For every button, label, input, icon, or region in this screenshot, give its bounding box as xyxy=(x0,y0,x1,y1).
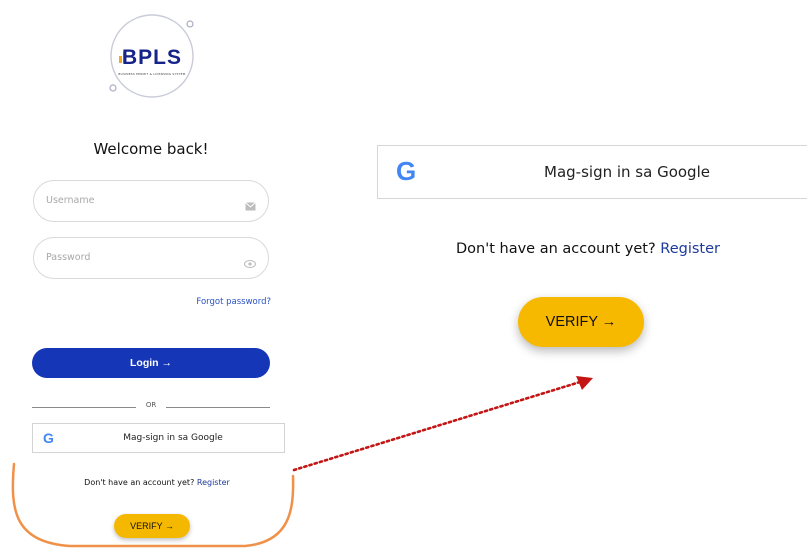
username-placeholder: Username xyxy=(46,195,95,206)
google-signin-button[interactable]: G Mag-sign in sa Google xyxy=(32,423,285,453)
username-field[interactable]: Username xyxy=(33,180,269,222)
forgot-password-link[interactable]: Forgot password? xyxy=(150,297,271,307)
password-field[interactable]: Password xyxy=(33,237,269,279)
google-signin-button-zoomed[interactable]: G Mag-sign in sa Google xyxy=(377,145,807,199)
eye-icon[interactable] xyxy=(244,253,256,272)
logo-subtitle: BUSINESS PERMIT & LICENSING SYSTEM xyxy=(118,72,186,76)
logo-text: BPLS xyxy=(121,46,182,69)
or-divider: OR xyxy=(145,401,157,409)
dotted-arrow-icon xyxy=(292,376,593,472)
register-link-zoomed[interactable]: Register xyxy=(660,241,720,257)
google-icon: G xyxy=(43,430,54,446)
google-icon-zoomed: G xyxy=(396,156,417,186)
divider-right xyxy=(166,407,270,408)
no-account-text-zoomed: Don't have an account yet? xyxy=(456,241,656,257)
google-signin-label: Mag-sign in sa Google xyxy=(123,433,223,443)
welcome-heading: Welcome back! xyxy=(93,140,209,158)
register-prompt-zoomed: Don't have an account yet? Register xyxy=(418,241,758,257)
mail-icon xyxy=(245,196,256,215)
bpls-logo: BPLS BUSINESS PERMIT & LICENSING SYSTEM xyxy=(98,8,206,104)
password-placeholder: Password xyxy=(46,252,91,263)
login-button[interactable]: Login → xyxy=(32,348,270,378)
highlight-arc xyxy=(11,462,295,548)
divider-left xyxy=(32,407,136,408)
google-signin-label-zoomed: Mag-sign in sa Google xyxy=(544,163,710,181)
verify-button-zoomed[interactable]: VERIFY → xyxy=(518,297,644,347)
